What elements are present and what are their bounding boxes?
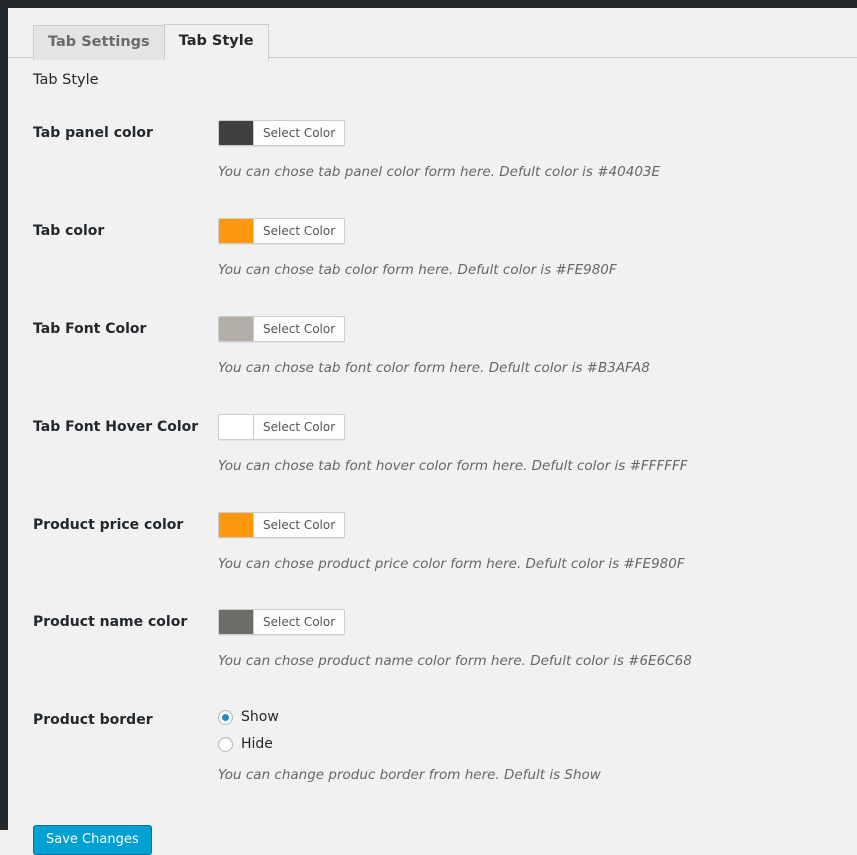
field-label-product-name-color: Product name color bbox=[33, 614, 188, 631]
field-control-tab-color: Select Color You can chose tab color for… bbox=[218, 200, 857, 298]
color-swatch-tab-color bbox=[219, 218, 254, 243]
radio-option-hide[interactable]: Hide bbox=[218, 736, 847, 752]
select-color-label: Select Color bbox=[254, 316, 345, 341]
field-control-tab-font-color: Select Color You can chose tab font colo… bbox=[218, 298, 857, 396]
radio-label-show[interactable]: Show bbox=[241, 709, 279, 725]
field-control-tab-panel-color: Select Color You can chose tab panel col… bbox=[218, 102, 857, 200]
field-label-tab-panel-color: Tab panel color bbox=[33, 125, 153, 141]
table-row: Product price color Select Color You can… bbox=[8, 494, 857, 592]
color-swatch-tab-font-color bbox=[219, 316, 254, 341]
table-row: Product name color Select Color You can … bbox=[8, 591, 857, 689]
field-label-tab-color: Tab color bbox=[33, 222, 105, 239]
select-color-label: Select Color bbox=[254, 218, 345, 243]
select-color-label: Select Color bbox=[254, 121, 345, 145]
field-description-product-price-color: You can chose product price color form h… bbox=[218, 555, 685, 572]
admin-sidebar-rail bbox=[0, 0, 8, 830]
settings-form-table: Tab panel color Select Color You can cho… bbox=[8, 102, 857, 803]
radio-button-hide[interactable] bbox=[218, 736, 233, 752]
field-description-tab-panel-color: You can chose tab panel color form here.… bbox=[218, 164, 661, 180]
field-control-product-name-color: Select Color You can chose product name … bbox=[218, 591, 857, 689]
tab-tab-settings[interactable]: Tab Settings bbox=[33, 25, 165, 61]
radio-button-show[interactable] bbox=[218, 709, 233, 725]
field-label-product-border: Product border bbox=[33, 712, 153, 729]
field-control-product-border: Show Hide You can change produc border f… bbox=[218, 689, 857, 803]
submit-area: Save Changes bbox=[8, 803, 857, 855]
field-description-tab-color: You can chose tab color form here. Deful… bbox=[218, 261, 617, 278]
tab-tab-style[interactable]: Tab Style bbox=[163, 24, 269, 62]
nav-tab-bar: Tab Settings Tab Style bbox=[8, 16, 857, 62]
field-description-tab-font-color: You can chose tab font color form here. … bbox=[218, 359, 650, 376]
settings-page: Tab Settings Tab Style Tab Style Tab pane… bbox=[8, 8, 857, 855]
table-row: Tab color Select Color You can chose tab… bbox=[8, 200, 857, 298]
color-swatch-product-price-color bbox=[219, 512, 254, 537]
table-row: Product border Show Hide You can change … bbox=[8, 689, 857, 803]
select-color-button-product-name-color[interactable]: Select Color bbox=[218, 609, 346, 636]
radio-option-show[interactable]: Show bbox=[218, 709, 847, 725]
select-color-button-tab-font-color[interactable]: Select Color bbox=[218, 315, 346, 342]
field-control-tab-font-hover-color: Select Color You can chose tab font hove… bbox=[218, 396, 857, 494]
field-control-product-price-color: Select Color You can chose product price… bbox=[218, 494, 857, 592]
admin-top-bar bbox=[8, 0, 857, 8]
field-description-product-border: You can change produc border from here. … bbox=[218, 767, 601, 784]
select-color-label: Select Color bbox=[254, 512, 345, 537]
select-color-label: Select Color bbox=[254, 414, 345, 439]
field-description-tab-font-hover-color: You can chose tab font hover color form … bbox=[218, 457, 688, 474]
table-row: Tab panel color Select Color You can cho… bbox=[8, 102, 857, 200]
select-color-button-tab-panel-color[interactable]: Select Color bbox=[218, 120, 346, 146]
color-swatch-tab-font-hover-color bbox=[219, 414, 254, 439]
field-label-product-price-color: Product price color bbox=[33, 516, 184, 533]
select-color-button-tab-color[interactable]: Select Color bbox=[218, 217, 346, 244]
table-row: Tab Font Hover Color Select Color You ca… bbox=[8, 396, 857, 494]
select-color-button-tab-font-hover-color[interactable]: Select Color bbox=[218, 413, 346, 440]
page-title: Tab Style bbox=[33, 72, 99, 88]
field-description-product-name-color: You can chose product name color form he… bbox=[218, 653, 692, 670]
radio-label-hide[interactable]: Hide bbox=[241, 736, 273, 752]
select-color-button-product-price-color[interactable]: Select Color bbox=[218, 511, 346, 538]
color-swatch-product-name-color bbox=[219, 610, 254, 635]
select-color-label: Select Color bbox=[254, 610, 345, 635]
field-label-tab-font-hover-color: Tab Font Hover Color bbox=[33, 418, 199, 435]
field-label-tab-font-color: Tab Font Color bbox=[33, 320, 147, 337]
color-swatch-tab-panel-color bbox=[219, 121, 254, 145]
table-row: Tab Font Color Select Color You can chos… bbox=[8, 298, 857, 396]
